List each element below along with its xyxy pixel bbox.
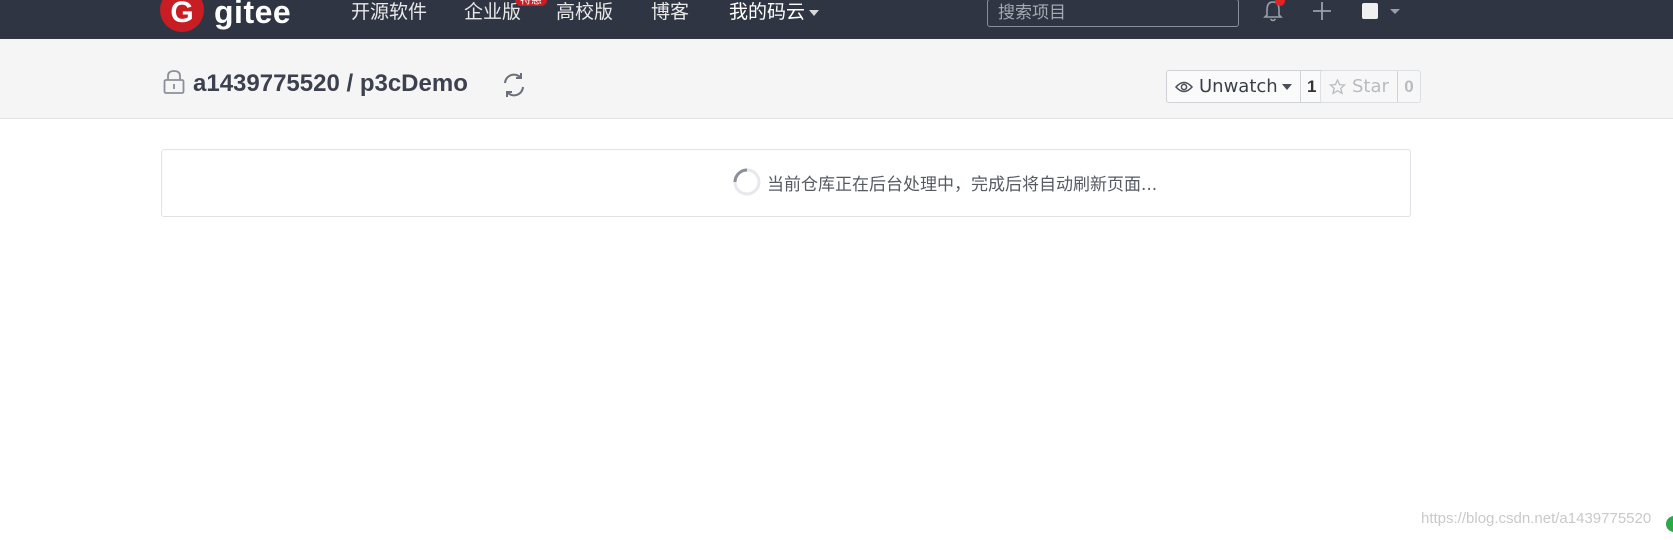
nav-item-enterprise[interactable]: 企业版: [464, 0, 521, 24]
project-title[interactable]: a1439775520 / p3cDemo: [193, 70, 468, 98]
nav-item-education[interactable]: 高校版: [556, 0, 613, 24]
processing-status-card: 当前仓库正在后台处理中，完成后将自动刷新页面...: [161, 149, 1411, 217]
search-input[interactable]: [987, 0, 1239, 27]
project-header: a1439775520 / p3cDemo Unwatch 1 Star 0: [0, 39, 1673, 119]
watch-button-group: Unwatch 1: [1166, 70, 1324, 103]
logo-text: gitee: [214, 0, 292, 30]
loading-spinner-icon: [733, 168, 761, 196]
unwatch-button[interactable]: Unwatch: [1167, 71, 1301, 102]
eye-icon: [1175, 81, 1193, 92]
lock-icon: [163, 70, 185, 94]
chevron-down-icon: [1281, 83, 1292, 90]
avatar[interactable]: [1362, 3, 1378, 19]
star-count[interactable]: 0: [1398, 71, 1420, 102]
gitee-logo[interactable]: G gitee: [160, 0, 291, 32]
chevron-down-icon[interactable]: [1390, 9, 1400, 14]
logo-badge: G: [160, 0, 204, 32]
watermark: https://blog.csdn.net/a1439775520: [1421, 510, 1652, 527]
star-icon: [1329, 78, 1346, 95]
sync-icon[interactable]: [500, 71, 528, 99]
enterprise-badge: 特惠: [515, 0, 547, 6]
nav-item-blog[interactable]: 博客: [651, 0, 689, 24]
processing-message: 当前仓库正在后台处理中，完成后将自动刷新页面...: [767, 175, 1158, 195]
chevron-down-icon: [809, 9, 820, 16]
top-navbar: G gitee 开源软件 企业版 特惠 高校版 博客 我的码云: [0, 0, 1673, 39]
nav-item-open-source[interactable]: 开源软件: [351, 0, 427, 24]
star-button-group: Star 0: [1320, 70, 1421, 103]
corner-indicator: [1666, 516, 1673, 532]
nav-item-my-gitee[interactable]: 我的码云: [729, 0, 820, 24]
unwatch-label: Unwatch: [1199, 76, 1278, 97]
star-label: Star: [1352, 76, 1389, 97]
plus-icon[interactable]: [1310, 0, 1334, 22]
star-button[interactable]: Star: [1321, 71, 1398, 102]
nav-item-my-gitee-label: 我的码云: [729, 1, 806, 23]
